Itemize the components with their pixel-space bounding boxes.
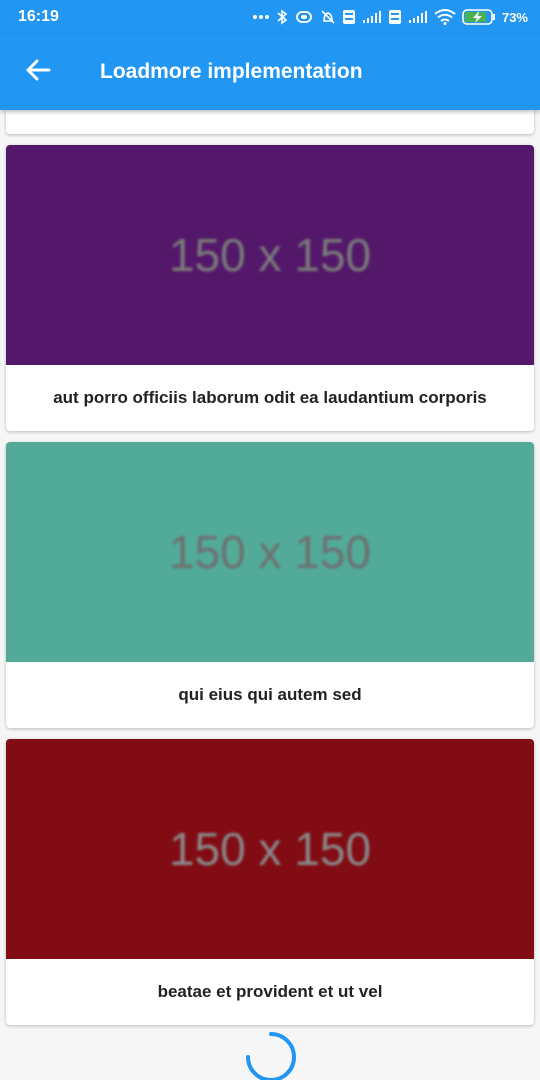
list-item-partial[interactable] — [6, 110, 534, 134]
item-thumbnail: 150 x 150 — [6, 739, 534, 959]
thumbnail-placeholder-text: 150 x 150 — [168, 823, 372, 875]
item-thumbnail: 150 x 150 — [6, 145, 534, 365]
list-item[interactable]: 150 x 150 qui eius qui autem sed — [6, 442, 534, 728]
item-thumbnail: 150 x 150 — [6, 442, 534, 662]
app-bar: Loadmore implementation — [0, 34, 540, 110]
thumbnail-placeholder-text: 150 x 150 — [168, 526, 372, 578]
item-title: beatae et provident et ut vel — [157, 982, 383, 1001]
status-icons: 73% — [252, 9, 528, 25]
status-time: 16:19 — [18, 8, 59, 25]
volte-icon — [388, 9, 402, 25]
list-item[interactable]: 150 x 150 aut porro officiis laborum odi… — [6, 145, 534, 431]
vibrate-icon — [294, 10, 314, 24]
signal-icon — [408, 10, 428, 24]
status-bar: 16:19 73% — [0, 0, 540, 34]
wifi-icon — [434, 9, 456, 25]
more-dots-icon — [252, 14, 270, 20]
battery-percent: 73% — [501, 9, 528, 25]
battery-charging-icon — [462, 9, 496, 25]
alarm-off-icon — [320, 9, 336, 25]
page-title: Loadmore implementation — [100, 60, 363, 83]
loading-spinner-icon — [244, 1030, 298, 1080]
item-title: aut porro officiis laborum odit ea lauda… — [53, 388, 487, 407]
volte-icon — [342, 9, 356, 25]
item-list[interactable]: 150 x 150 aut porro officiis laborum odi… — [0, 110, 540, 1080]
arrow-back-icon — [25, 57, 51, 87]
signal-icon — [362, 10, 382, 24]
thumbnail-placeholder-text: 150 x 150 — [168, 229, 372, 281]
list-item[interactable]: 150 x 150 beatae et provident et ut vel — [6, 739, 534, 1025]
item-title: qui eius qui autem sed — [178, 685, 362, 704]
back-button[interactable] — [10, 44, 66, 100]
bluetooth-icon — [276, 9, 288, 25]
